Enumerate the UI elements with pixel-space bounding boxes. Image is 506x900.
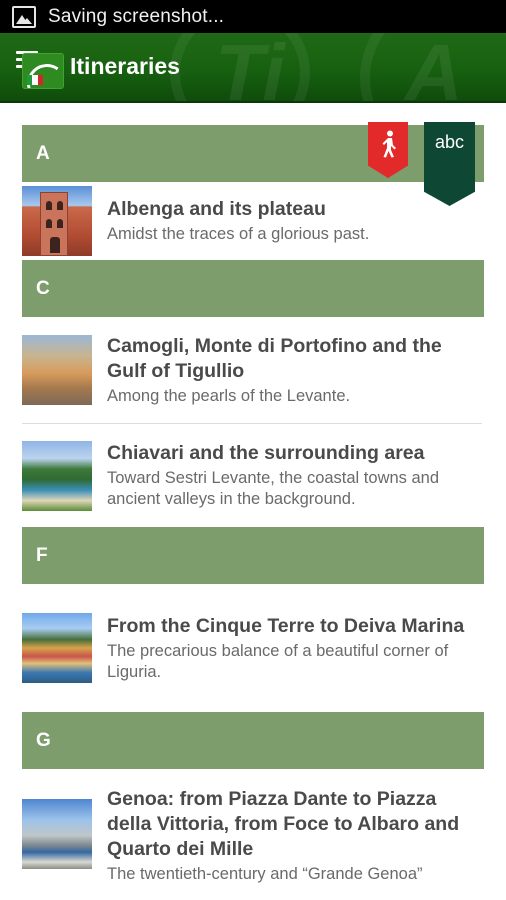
status-text: Saving screenshot... <box>48 5 225 27</box>
list-item[interactable]: From the Cinque Terre to Deiva Marina Th… <box>22 584 484 712</box>
alphabetical-sort-ribbon[interactable]: abc <box>424 122 475 206</box>
pedestrian-icon <box>382 130 396 158</box>
section-header-g: G <box>22 712 484 769</box>
camogli-thumbnail <box>22 335 92 405</box>
item-subtitle: Amidst the traces of a glorious past. <box>107 225 370 243</box>
list-item[interactable]: Chiavari and the surrounding area Toward… <box>22 424 484 527</box>
app-logo <box>22 53 64 89</box>
itinerary-list: A Albenga and its plateau Amidst the tra… <box>22 125 484 889</box>
image-icon <box>12 5 36 28</box>
list-item[interactable]: Albenga and its plateau Amidst the trace… <box>22 182 484 260</box>
item-title: From the Cinque Terre to Deiva Marina <box>107 614 465 637</box>
list-item[interactable]: Genoa: from Piazza Dante to Piazza della… <box>22 769 484 889</box>
action-bar: Ti A Itineraries <box>0 33 506 103</box>
item-title: Chiavari and the surrounding area <box>107 442 425 464</box>
section-header-c: C <box>22 260 484 317</box>
menu-button[interactable] <box>16 47 64 91</box>
sort-label: abc <box>434 132 465 152</box>
chiavari-thumbnail <box>22 440 92 511</box>
status-bar: Saving screenshot... <box>0 0 506 33</box>
item-title: Camogli, Monte di Portofino and the Gulf… <box>107 334 442 382</box>
item-subtitle: The twentieth-century and “Grande Genoa” <box>107 865 423 883</box>
list-item[interactable]: Camogli, Monte di Portofino and the Gulf… <box>22 317 484 423</box>
page-title: Itineraries <box>70 53 180 79</box>
item-subtitle: Toward Sestri Levante, the coastal towns… <box>107 469 440 508</box>
cinque-terre-thumbnail <box>22 613 92 683</box>
item-subtitle: Among the pearls of the Levante. <box>107 386 351 405</box>
item-title: Genoa: from Piazza Dante to Piazza della… <box>107 788 460 860</box>
genoa-thumbnail <box>22 799 92 869</box>
section-header-f: F <box>22 527 484 584</box>
albenga-thumbnail <box>22 186 92 256</box>
section-header-a: A <box>22 125 484 182</box>
item-title: Albenga and its plateau <box>107 198 326 220</box>
item-subtitle: The precarious balance of a beautiful co… <box>107 641 449 681</box>
